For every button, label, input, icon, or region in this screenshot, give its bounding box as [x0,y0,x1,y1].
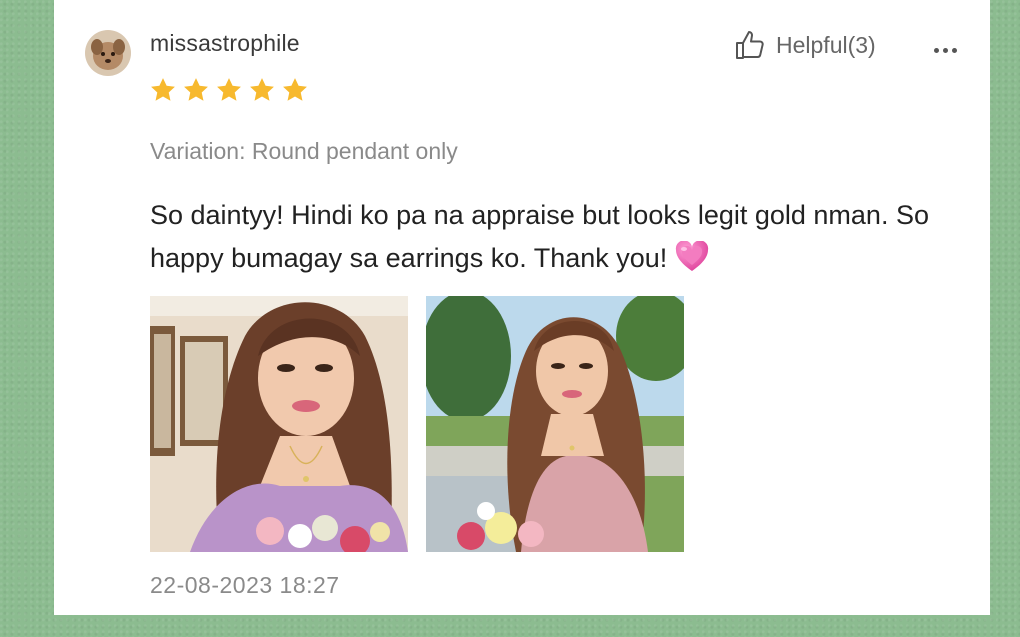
more-icon[interactable] [934,36,961,59]
thumbs-up-icon [736,31,764,59]
star-icon [217,78,241,101]
helpful-label: Helpful(3) [776,31,876,58]
review-card: missastrophile Helpful(3) Variation: Rou… [54,0,990,615]
star-rating [149,76,309,104]
review-text: So daintyy! Hindi ko pa na appraise but … [150,200,929,273]
pink-heart-emoji-icon [676,241,709,271]
star-icon [151,78,175,101]
username[interactable]: missastrophile [150,30,300,57]
variation-text: Variation: Round pendant only [150,138,458,164]
review-text-block: So daintyy! Hindi ko pa na appraise but … [150,194,950,280]
review-photo-1[interactable] [150,296,408,552]
star-icon [184,78,208,101]
star-icon [250,78,274,101]
review-timestamp: 22-08-2023 18:27 [150,572,340,598]
avatar[interactable] [85,30,131,76]
helpful-button[interactable]: Helpful(3) [734,28,876,62]
star-icon [283,78,307,101]
review-photo-2[interactable] [426,296,684,552]
